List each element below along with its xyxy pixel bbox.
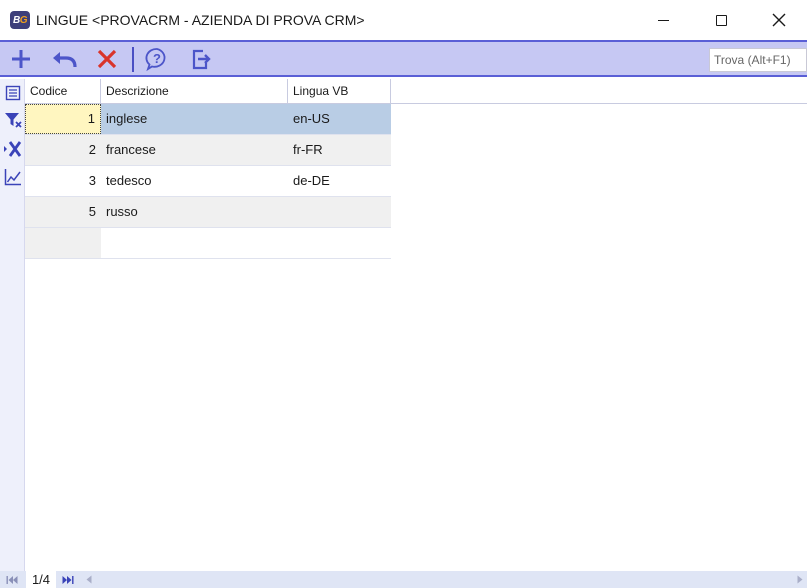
navigation-bar: 1/4 <box>0 571 807 588</box>
undo-arrow-icon <box>53 52 77 68</box>
help-icon: ? <box>145 48 166 72</box>
cell-descrizione[interactable] <box>101 228 288 258</box>
search-input[interactable] <box>709 48 807 72</box>
table-row[interactable]: 3 tedesco de-DE <box>25 166 391 197</box>
minimize-icon <box>657 19 669 21</box>
chart-button[interactable] <box>3 167 23 187</box>
last-page-button[interactable] <box>60 571 76 588</box>
app-logo: BG <box>10 11 30 29</box>
exit-icon <box>192 49 211 70</box>
cell-lingua-vb[interactable]: de-DE <box>288 166 391 196</box>
cell-codice[interactable]: 1 <box>25 104 101 134</box>
column-header-lingua-vb[interactable]: Lingua VB <box>288 79 391 104</box>
cell-codice[interactable]: 5 <box>25 197 101 227</box>
cell-descrizione[interactable]: inglese <box>101 104 288 134</box>
close-button[interactable] <box>750 0 807 40</box>
first-page-icon <box>6 575 18 584</box>
delete-button[interactable] <box>93 45 121 73</box>
cell-codice[interactable]: 2 <box>25 135 101 165</box>
help-button[interactable]: ? <box>143 45 171 73</box>
undo-button[interactable] <box>50 45 78 73</box>
sidebar <box>0 79 25 571</box>
header-filler <box>391 79 807 104</box>
cell-codice[interactable]: 3 <box>25 166 101 196</box>
title-bar: BG LINGUE <PROVACRM - AZIENDA DI PROVA C… <box>0 0 807 40</box>
exit-button[interactable] <box>187 45 215 73</box>
clear-filter-button[interactable] <box>3 139 23 159</box>
maximize-button[interactable] <box>692 0 750 40</box>
cell-codice[interactable] <box>25 228 101 258</box>
cell-descrizione[interactable]: russo <box>101 197 288 227</box>
plus-icon <box>12 50 30 68</box>
clear-filter-icon <box>4 141 22 157</box>
column-header-descrizione[interactable]: Descrizione <box>101 79 288 104</box>
close-icon <box>772 13 786 27</box>
scroll-right-icon <box>797 575 803 584</box>
table-row[interactable]: 1 inglese en-US <box>25 104 391 135</box>
svg-text:?: ? <box>153 51 161 66</box>
first-page-button[interactable] <box>4 571 20 588</box>
toolbar: ? <box>0 40 807 77</box>
last-page-icon <box>62 575 74 584</box>
toolbar-separator <box>132 47 134 72</box>
minimize-button[interactable] <box>634 0 692 40</box>
cell-lingua-vb[interactable] <box>288 228 391 258</box>
page-indicator: 1/4 <box>26 571 56 588</box>
red-x-icon <box>97 49 117 69</box>
cell-lingua-vb[interactable]: fr-FR <box>288 135 391 165</box>
filter-icon <box>5 113 22 128</box>
column-header-codice[interactable]: Codice <box>25 79 101 104</box>
list-view-icon <box>5 85 21 101</box>
add-button[interactable] <box>7 45 35 73</box>
horizontal-scrollbar[interactable] <box>84 571 807 588</box>
scroll-left-icon <box>86 575 92 584</box>
cell-descrizione[interactable]: francese <box>101 135 288 165</box>
cell-lingua-vb[interactable] <box>288 197 391 227</box>
maximize-icon <box>715 14 727 26</box>
new-record-row[interactable] <box>25 228 391 259</box>
chart-icon <box>4 169 21 186</box>
cell-lingua-vb[interactable]: en-US <box>288 104 391 134</box>
list-view-button[interactable] <box>3 83 23 103</box>
table-row[interactable]: 2 francese fr-FR <box>25 135 391 166</box>
filter-button[interactable] <box>3 110 23 130</box>
window-title: LINGUE <PROVACRM - AZIENDA DI PROVA CRM> <box>36 12 365 28</box>
cell-descrizione[interactable]: tedesco <box>101 166 288 196</box>
table-row[interactable]: 5 russo <box>25 197 391 228</box>
